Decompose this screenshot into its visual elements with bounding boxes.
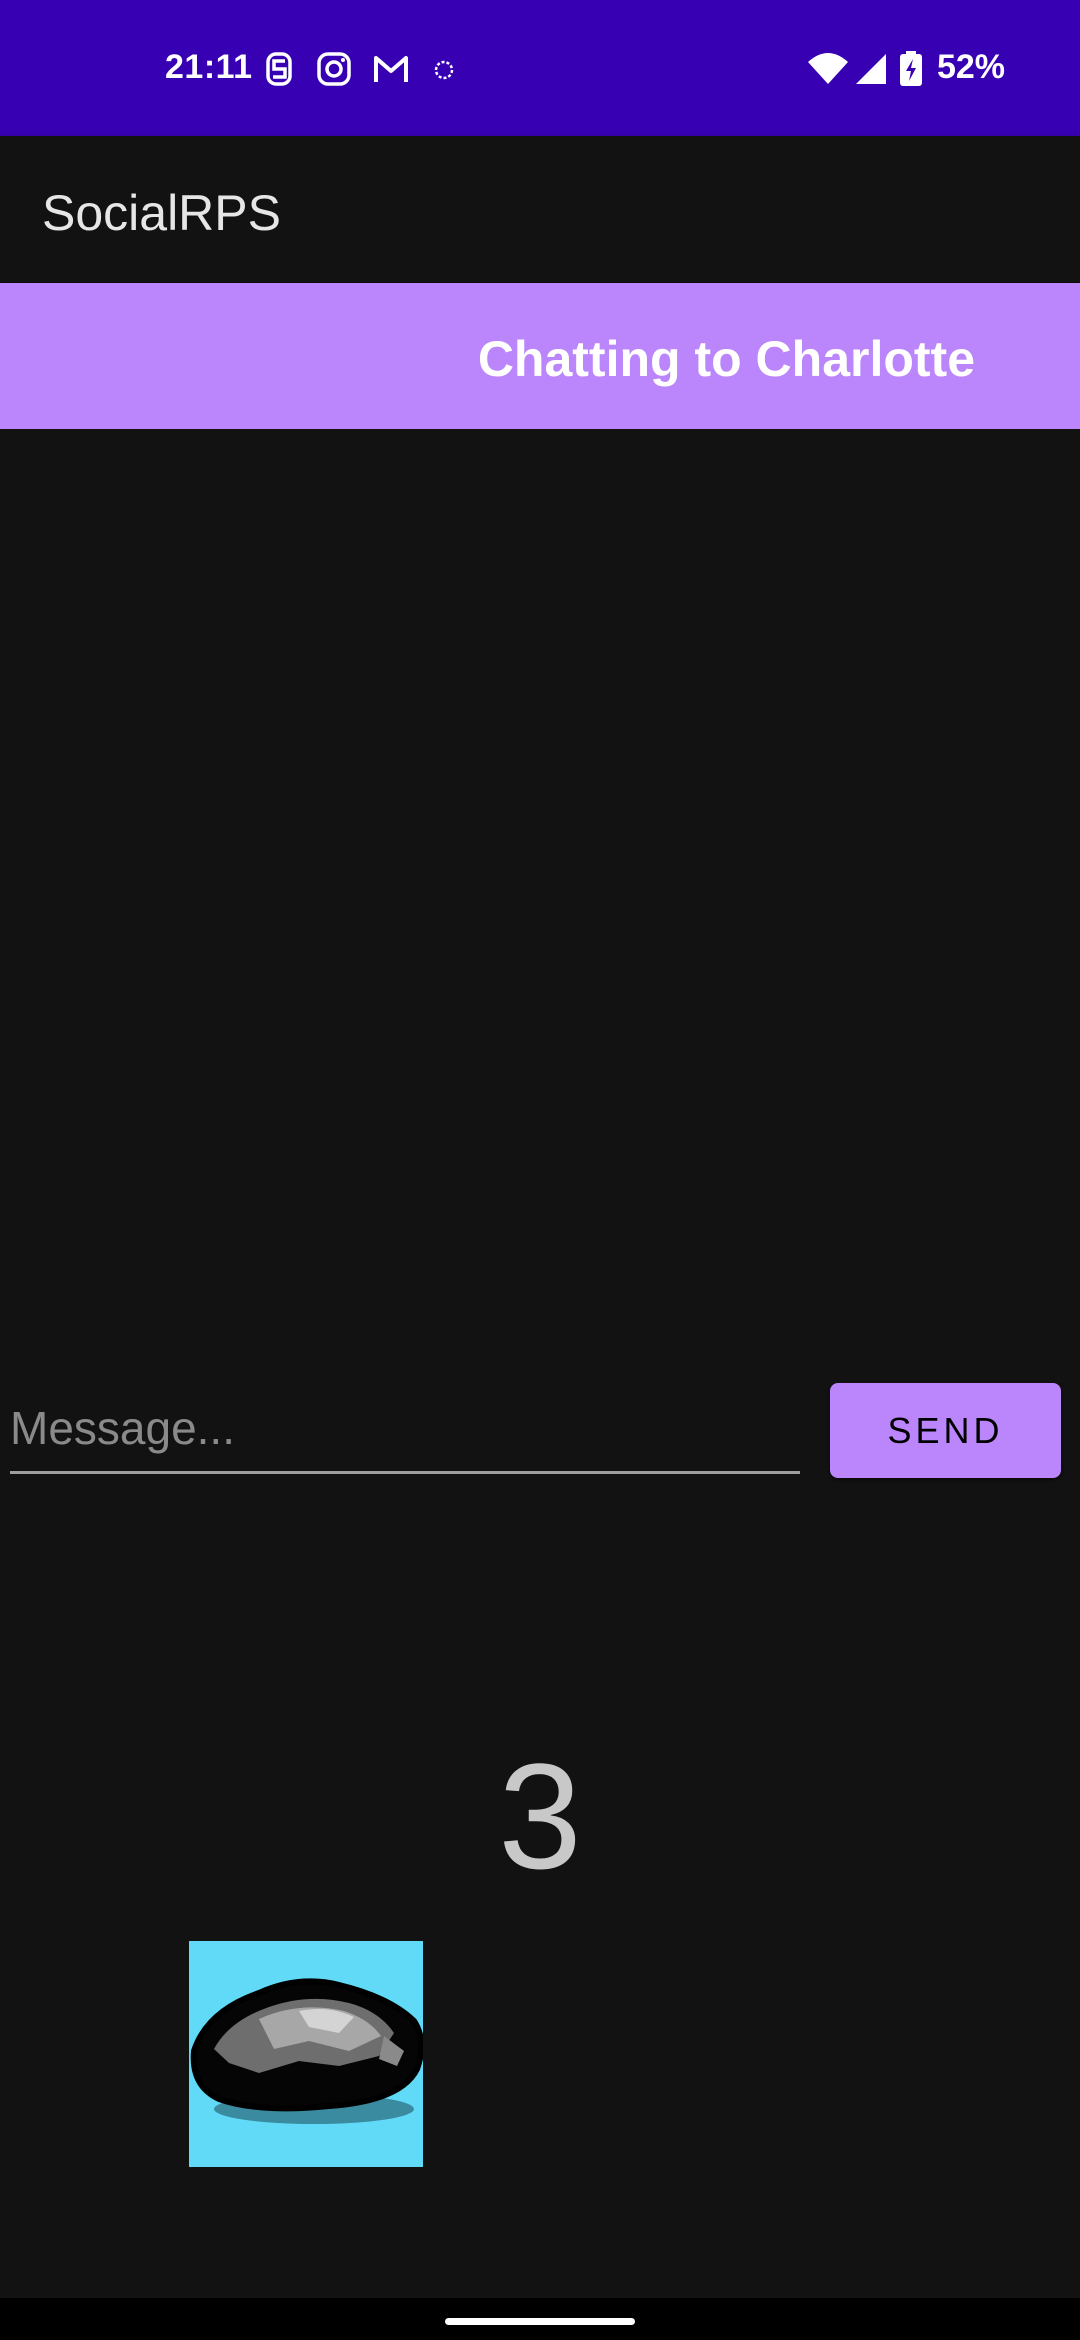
wifi-icon [808, 53, 848, 84]
notification-s-icon [266, 52, 292, 86]
screen: 21:11 52% SocialRPS Chatting to Charlott… [0, 0, 1080, 2340]
instagram-icon [317, 52, 351, 86]
signal-icon [856, 54, 886, 84]
battery-charging-icon [900, 51, 922, 86]
app-title: SocialRPS [42, 185, 281, 241]
rock-icon [190, 1978, 425, 2124]
gmail-icon [374, 56, 408, 82]
message-input[interactable] [10, 1385, 800, 1474]
home-gesture-handle[interactable] [445, 2318, 635, 2325]
app-bar: SocialRPS [0, 136, 1080, 282]
message-list[interactable] [0, 429, 1080, 1369]
chat-header: Chatting to Charlotte [0, 283, 1080, 429]
navigation-bar [0, 2298, 1080, 2340]
chat-partner-title: Chatting to Charlotte [477, 331, 975, 387]
countdown-number: 3 [498, 1732, 582, 1900]
battery-percentage: 52% [936, 48, 1005, 86]
rock-choice-button[interactable] [189, 1941, 425, 2167]
status-dot-icon [434, 60, 454, 80]
status-bar: 21:11 52% [0, 0, 1080, 136]
send-button[interactable]: SEND [830, 1383, 1061, 1478]
status-time: 21:11 [165, 48, 253, 86]
